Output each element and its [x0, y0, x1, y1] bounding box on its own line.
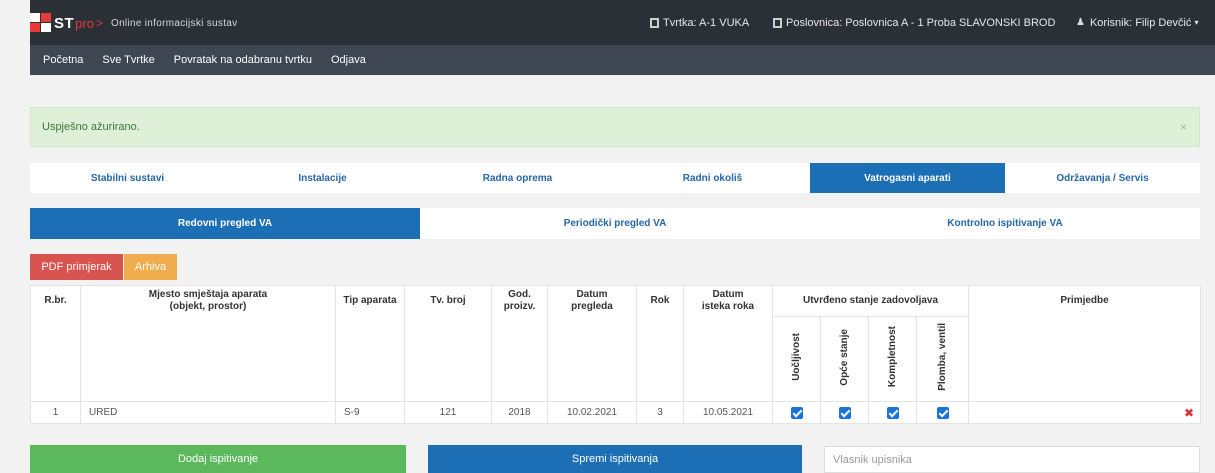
tab-instalacije[interactable]: Instalacije — [225, 163, 420, 193]
tab-vatrogasni-aparati[interactable]: Vatrogasni aparati — [810, 163, 1005, 193]
tab-radni-okolis[interactable]: Radni okoliš — [615, 163, 810, 193]
main-nav: Početna Sve Tvrtke Povratak na odabranu … — [30, 45, 1215, 75]
col-header-stanje: Utvrđeno stanje zadovoljava — [771, 285, 970, 317]
col-header-uocljivost: Uočljivost — [772, 316, 821, 402]
branch-indicator[interactable]: Poslovnica: Poslovnica A - 1 Proba SLAVO… — [773, 0, 1055, 45]
cell-datum-isteka[interactable]: 10.05.2021 — [683, 401, 773, 424]
col-header-opce-stanje: Opće stanje — [820, 316, 869, 402]
delete-row-icon[interactable]: ✖ — [1184, 406, 1194, 420]
logo-pro-text: pro — [75, 15, 94, 31]
inspection-table-wrapper: R.br. Mjesto smještaja aparata (objekt, … — [30, 285, 1202, 424]
col-header-rbr: R.br. — [30, 285, 81, 402]
branch-label: Poslovnica: Poslovnica A - 1 Proba SLAVO… — [786, 16, 1056, 29]
cell-kompletnost — [868, 401, 917, 424]
building-icon — [773, 17, 782, 28]
col-header-rok: Rok — [636, 285, 684, 402]
tab-radna-oprema[interactable]: Radna oprema — [420, 163, 615, 193]
success-alert: Uspješno ažurirano. × — [30, 107, 1200, 147]
tab-periodicki-pregled[interactable]: Periodički pregled VA — [420, 208, 810, 239]
company-indicator[interactable]: Tvrtka: A-1 VUKA — [650, 0, 749, 45]
col-header-plomba-ventil: Plomba, ventil — [915, 316, 970, 402]
user-label: Korisnik: Filip Devčić — [1089, 16, 1192, 29]
company-label: Tvrtka: A-1 VUKA — [663, 16, 750, 29]
col-header-god-line1: God. — [508, 289, 531, 300]
logo-mark-icon — [30, 13, 52, 33]
cell-datum-pregleda[interactable]: 10.02.2021 — [547, 401, 637, 424]
cell-plomba-ventil — [915, 401, 970, 424]
cell-primjedbe[interactable]: ✖ — [968, 401, 1202, 424]
user-menu[interactable]: ♟ Korisnik: Filip Devčić ▾ — [1076, 0, 1198, 45]
col-header-datum-isteka-line1: Datum — [712, 289, 744, 300]
kompletnost-checkbox[interactable] — [886, 406, 899, 419]
col-header-datum-pregleda-line2: pregleda — [571, 301, 613, 312]
cell-tip[interactable]: S-9 — [335, 401, 405, 424]
tab-redovni-pregled[interactable]: Redovni pregled VA — [30, 208, 420, 239]
col-header-kompletnost: Kompletnost — [868, 316, 917, 402]
caret-down-icon: ▾ — [1194, 18, 1199, 27]
top-bar: ST pro > Online informacijski sustav Tvr… — [30, 0, 1215, 45]
cell-uocljivost — [772, 401, 821, 424]
inspection-type-tabs: Redovni pregled VA Periodički pregled VA… — [30, 208, 1200, 239]
save-inspections-button[interactable]: Spremi ispitivanja — [428, 445, 802, 473]
cell-rok[interactable]: 3 — [636, 401, 684, 424]
logo-chevron-icon: > — [95, 16, 103, 30]
nav-povratak[interactable]: Povratak na odabranu tvrtku — [174, 54, 312, 66]
col-header-mjesto-line2: (objekt, prostor) — [169, 301, 247, 312]
nav-odjava[interactable]: Odjava — [331, 54, 366, 66]
owner-input[interactable] — [824, 446, 1200, 473]
col-header-tip: Tip aparata — [335, 285, 405, 402]
logo-st-text: ST — [54, 14, 75, 32]
nav-pocetna[interactable]: Početna — [43, 54, 83, 66]
cell-tv-broj[interactable]: 121 — [404, 401, 492, 424]
inspection-table: R.br. Mjesto smještaja aparata (objekt, … — [30, 285, 1202, 424]
cell-rbr: 1 — [30, 401, 81, 424]
col-header-datum-pregleda: Datum pregleda — [547, 285, 637, 402]
uocljivost-checkbox[interactable] — [790, 406, 803, 419]
add-inspection-button[interactable]: Dodaj ispitivanje — [30, 445, 406, 473]
col-header-datum-pregleda-line1: Datum — [576, 289, 608, 300]
building-icon — [650, 17, 659, 28]
pdf-copy-button[interactable]: PDF primjerak — [30, 254, 123, 280]
app-logo[interactable]: ST pro > Online informacijski sustav — [30, 13, 237, 33]
alert-message: Uspješno ažurirano. — [42, 121, 140, 133]
col-header-tv-broj: Tv. broj — [404, 285, 492, 402]
cell-mjesto[interactable]: URED — [80, 401, 336, 424]
user-icon: ♟ — [1076, 17, 1085, 28]
category-tabs: Stabilni sustavi Instalacije Radna oprem… — [30, 163, 1200, 193]
col-header-datum-isteka: Datum isteka roka — [683, 285, 773, 402]
tab-odrzavanja-servis[interactable]: Održavanja / Servis — [1005, 163, 1200, 193]
col-header-mjesto-line1: Mjesto smještaja aparata — [148, 289, 268, 300]
tab-stabilni-sustavi[interactable]: Stabilni sustavi — [30, 163, 225, 193]
archive-button[interactable]: Arhiva — [124, 254, 177, 280]
col-header-god-proizv: God. proizv. — [491, 285, 548, 402]
cell-god-proizv[interactable]: 2018 — [491, 401, 548, 424]
nav-sve-tvrtke[interactable]: Sve Tvrtke — [102, 54, 154, 66]
col-header-god-line2: proizv. — [503, 301, 536, 312]
opce-stanje-checkbox[interactable] — [838, 406, 851, 419]
table-row: 1 URED S-9 121 2018 10.02.2021 3 10.05.2… — [30, 401, 1202, 424]
col-header-datum-isteka-line2: isteka roka — [701, 301, 755, 312]
cell-opce-stanje — [820, 401, 869, 424]
tab-kontrolno-ispitivanje[interactable]: Kontrolno ispitivanje VA — [810, 208, 1200, 239]
plomba-ventil-checkbox[interactable] — [936, 406, 949, 419]
close-icon[interactable]: × — [1180, 120, 1187, 134]
col-header-mjesto: Mjesto smještaja aparata (objekt, prosto… — [80, 285, 336, 402]
col-header-primjedbe: Primjedbe — [968, 285, 1202, 402]
app-subtitle: Online informacijski sustav — [110, 17, 238, 29]
